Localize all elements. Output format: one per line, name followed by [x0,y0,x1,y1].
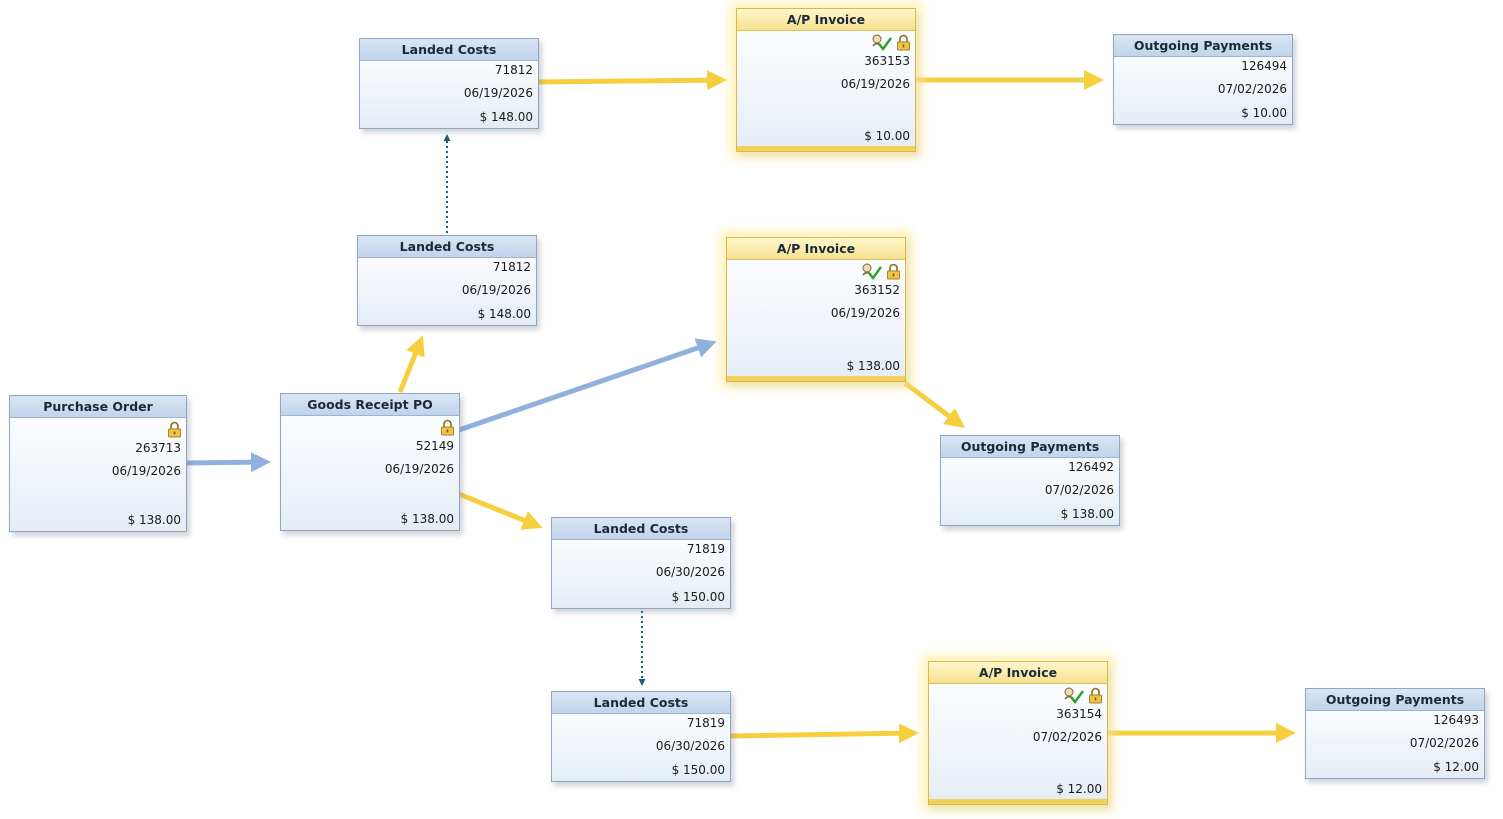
document-number: 71819 [686,542,725,556]
lock-icon [440,419,455,436]
node-title: Landed Costs [552,518,730,540]
document-number: 363154 [1056,707,1102,721]
landed-costs-node[interactable]: Landed Costs 71812 06/19/2026 $ 148.00 [357,235,537,326]
document-amount: $ 10.00 [1241,106,1287,120]
node-title: Outgoing Payments [1114,35,1292,57]
document-amount: $ 150.00 [671,590,725,604]
goods-receipt-po-node[interactable]: Goods Receipt PO 52149 06/19/2026 $ 138.… [280,393,460,531]
document-amount: $ 10.00 [864,129,910,143]
payment-check-icon [871,33,893,51]
document-amount: $ 150.00 [671,763,725,777]
purchase-order-node[interactable]: Purchase Order 263713 06/19/2026 $ 138.0… [9,395,187,532]
document-date: 07/02/2026 [1409,736,1479,750]
node-title: A/P Invoice [737,9,915,31]
document-number: 363153 [864,54,910,68]
lock-icon [896,34,911,51]
landed-costs-node[interactable]: Landed Costs 71812 06/19/2026 $ 148.00 [359,38,539,129]
landed-costs-node[interactable]: Landed Costs 71819 06/30/2026 $ 150.00 [551,517,731,609]
ap-invoice-node[interactable]: A/P Invoice 363152 06/19/2026 $ 138.00 [726,237,906,382]
document-date: 07/02/2026 [1044,483,1114,497]
document-date: 06/19/2026 [840,77,910,91]
document-amount: $ 138.00 [400,512,454,526]
arrow-lc-top-to-ap1 [537,70,727,91]
lock-icon [1088,687,1103,704]
node-title: Outgoing Payments [941,436,1119,458]
ap-invoice-node[interactable]: A/P Invoice 363153 06/19/2026 $ 10.00 [736,8,916,152]
document-date: 06/19/2026 [463,86,533,100]
document-amount: $ 138.00 [127,513,181,527]
document-number: 126494 [1241,59,1287,73]
node-title: A/P Invoice [929,662,1107,684]
document-date: 06/19/2026 [384,462,454,476]
document-number: 126493 [1433,713,1479,727]
outgoing-payments-node[interactable]: Outgoing Payments 126493 07/02/2026 $ 12… [1305,688,1485,779]
document-number: 71812 [492,260,531,274]
document-number: 71812 [494,63,533,77]
arrow-grpo-to-lc-low1 [458,491,543,530]
document-number: 363152 [854,283,900,297]
document-amount: $ 148.00 [479,110,533,124]
arrow-grpo-to-ap2 [458,338,717,433]
node-title: Outgoing Payments [1306,689,1484,711]
node-title: Landed Costs [552,692,730,714]
arrow-grpo-to-lc-mid [397,335,425,393]
document-number: 263713 [135,441,181,455]
ap-invoice-node[interactable]: A/P Invoice 363154 07/02/2026 $ 12.00 [928,661,1108,805]
outgoing-payments-node[interactable]: Outgoing Payments 126492 07/02/2026 $ 13… [940,435,1120,526]
document-amount: $ 12.00 [1433,760,1479,774]
document-date: 06/19/2026 [111,464,181,478]
document-amount: $ 148.00 [477,307,531,321]
document-date: 06/30/2026 [655,739,725,753]
document-date: 06/30/2026 [655,565,725,579]
arrow-po-to-grpo [186,452,271,473]
document-date: 06/19/2026 [830,306,900,320]
document-number: 71819 [686,716,725,730]
node-title: Landed Costs [358,236,536,258]
document-number: 126492 [1068,460,1114,474]
document-amount: $ 12.00 [1056,782,1102,796]
payment-check-icon [861,262,883,280]
landed-costs-node[interactable]: Landed Costs 71819 06/30/2026 $ 150.00 [551,691,731,782]
document-amount: $ 138.00 [846,359,900,373]
node-title: Goods Receipt PO [281,394,459,416]
lock-icon [886,263,901,280]
document-amount: $ 138.00 [1060,507,1114,521]
arrow-lc-low2-to-ap3 [730,723,919,744]
outgoing-payments-node[interactable]: Outgoing Payments 126494 07/02/2026 $ 10… [1113,34,1293,125]
document-date: 06/19/2026 [461,283,531,297]
node-title: A/P Invoice [727,238,905,260]
relationship-map-canvas: Purchase Order 263713 06/19/2026 $ 138.0… [0,0,1503,819]
node-title: Purchase Order [10,396,186,418]
document-date: 07/02/2026 [1032,730,1102,744]
payment-check-icon [1063,686,1085,704]
node-title: Landed Costs [360,39,538,61]
lock-icon [167,421,182,438]
arrow-ap2-to-op2 [903,381,965,428]
document-number: 52149 [415,439,454,453]
document-date: 07/02/2026 [1217,82,1287,96]
